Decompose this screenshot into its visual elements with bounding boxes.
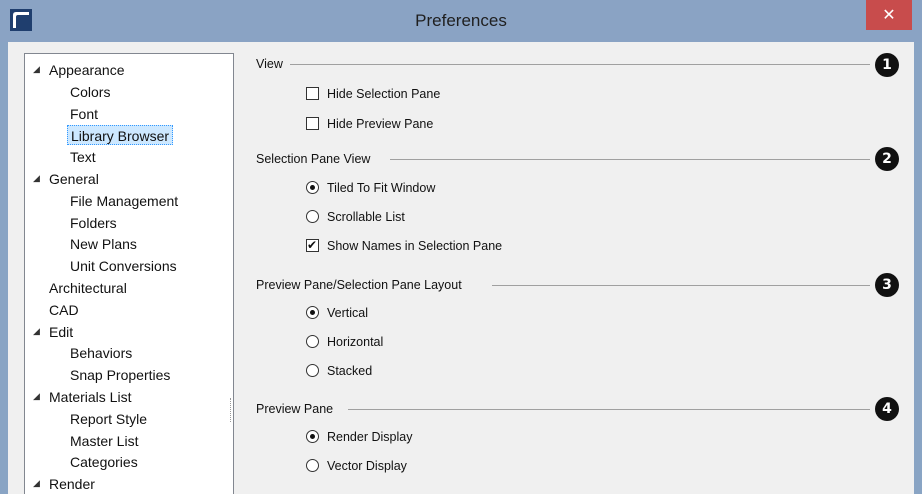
expand-arrow-icon[interactable]: ◢ <box>33 322 40 342</box>
callout-badge-4: 4 <box>875 397 899 421</box>
radio-label: Vector Display <box>327 459 407 473</box>
group-preview-divider <box>348 409 870 410</box>
tree-item-font[interactable]: Font <box>70 104 98 124</box>
radio-label: Render Display <box>327 430 413 444</box>
group-layout-label: Preview Pane/Selection Pane Layout <box>256 278 462 292</box>
tree-item-edit[interactable]: Edit <box>49 322 73 342</box>
radio-circle[interactable] <box>306 364 319 377</box>
title-bar[interactable]: Preferences ✕ <box>0 0 922 42</box>
radio-label: Scrollable List <box>327 210 405 224</box>
checkbox-label: Show Names in Selection Pane <box>327 239 503 253</box>
tree-item-colors[interactable]: Colors <box>70 82 110 102</box>
expand-arrow-icon[interactable]: ◢ <box>33 387 40 407</box>
checkbox-label: Hide Selection Pane <box>327 87 441 101</box>
library-browser-panel: View 1 Hide Selection Pane Hide Preview … <box>240 53 910 494</box>
tree-item-folders[interactable]: Folders <box>70 213 117 233</box>
group-view-label: View <box>256 57 283 71</box>
window-title: Preferences <box>415 11 507 30</box>
radio-label: Stacked <box>327 364 373 378</box>
group-view-divider <box>290 64 870 65</box>
callout-badge-2: 2 <box>875 147 899 171</box>
group-layout-divider <box>492 285 870 286</box>
tree-item-library-browser[interactable]: Library Browser <box>67 125 174 146</box>
radio-circle[interactable] <box>306 335 319 348</box>
close-button[interactable]: ✕ <box>866 0 912 30</box>
radio-label: Horizontal <box>327 335 384 349</box>
tree-item-cad[interactable]: CAD <box>49 300 79 320</box>
tree-item-render[interactable]: Render <box>49 474 95 494</box>
radio-circle[interactable] <box>306 430 319 443</box>
tree-item-report-style[interactable]: Report Style <box>70 409 147 429</box>
tree-item-text[interactable]: Text <box>70 147 96 167</box>
group-preview-label: Preview Pane <box>256 402 334 416</box>
checkbox-label: Hide Preview Pane <box>327 117 434 131</box>
tree-item-master-list[interactable]: Master List <box>70 431 138 451</box>
radio-label: Tiled To Fit Window <box>327 181 436 195</box>
expand-arrow-icon[interactable]: ◢ <box>33 474 40 494</box>
callout-badge-1: 1 <box>875 53 899 77</box>
expand-arrow-icon[interactable]: ◢ <box>33 60 40 80</box>
tree-item-new-plans[interactable]: New Plans <box>70 234 137 254</box>
tree-item-general[interactable]: General <box>49 169 99 189</box>
radio-circle[interactable] <box>306 210 319 223</box>
splitter-handle[interactable] <box>230 398 232 422</box>
radio-circle[interactable] <box>306 459 319 472</box>
tree-item-materials-list[interactable]: Materials List <box>49 387 131 407</box>
callout-badge-3: 3 <box>875 273 899 297</box>
tree-item-unit-conversions[interactable]: Unit Conversions <box>70 256 177 276</box>
tree-item-categories[interactable]: Categories <box>70 452 138 472</box>
group-selection-view-divider <box>390 159 870 160</box>
radio-circle[interactable] <box>306 306 319 319</box>
checkbox-box[interactable] <box>306 87 319 100</box>
tree-item-appearance[interactable]: Appearance <box>49 60 125 80</box>
checkbox-box[interactable] <box>306 236 319 254</box>
group-selection-view-label: Selection Pane View <box>256 152 371 166</box>
radio-label: Vertical <box>327 306 368 320</box>
category-tree[interactable]: ◢ Appearance Colors Font Library Browser Text… <box>24 53 234 494</box>
radio-circle[interactable] <box>306 181 319 194</box>
tree-item-behaviors[interactable]: Behaviors <box>70 343 132 363</box>
tree-item-architectural[interactable]: Architectural <box>49 278 127 298</box>
expand-arrow-icon[interactable]: ◢ <box>33 169 40 189</box>
tree-item-file-management[interactable]: File Management <box>70 191 178 211</box>
preferences-window: Preferences ✕ ◢ Appearance Colors Font Libra… <box>0 0 922 494</box>
tree-item-snap-properties[interactable]: Snap Properties <box>70 365 170 385</box>
checkbox-box[interactable] <box>306 117 319 130</box>
